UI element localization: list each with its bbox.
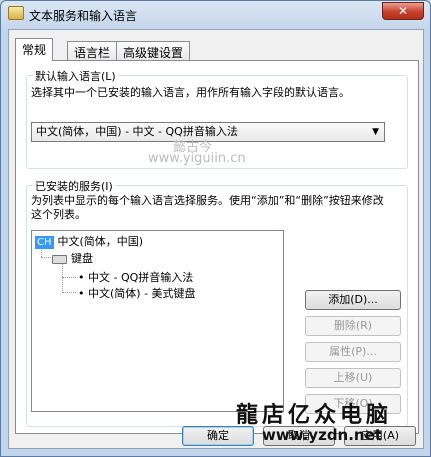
- ok-button[interactable]: 确定: [182, 426, 254, 446]
- keyboard-icon: [52, 254, 67, 264]
- default-language-group: 默认输入语言(L) 选择其中一个已安装的输入语言，用作所有输入字段的默认语言。 …: [26, 68, 408, 169]
- default-language-select[interactable]: 中文(简体，中国) - 中文 - QQ拼音输入法 ▼: [31, 122, 385, 142]
- tree-item-service[interactable]: • 中文 - QQ拼音输入法: [78, 269, 193, 285]
- bullet-icon: •: [78, 287, 88, 300]
- language-code-badge: CH: [35, 236, 54, 249]
- watermark-brand-url: www.yzdn.net: [262, 426, 382, 444]
- tab-advanced-key-settings[interactable]: 高级键设置: [116, 41, 191, 60]
- installed-services-group: 已安装的服务(I) 为列表中显示的每个输入语言选择服务。使用“添加”和“删除”按…: [26, 178, 408, 427]
- installed-services-label: 已安装的服务(I): [33, 178, 115, 194]
- app-icon: [8, 6, 24, 20]
- installed-services-description: 为列表中显示的每个输入语言选择服务。使用“添加”和“删除”按钮来修改这个列表。: [31, 194, 384, 221]
- tree-connector: [41, 257, 51, 258]
- close-button[interactable]: ✕: [382, 2, 424, 20]
- bullet-icon: •: [78, 271, 88, 284]
- tree-keyboard-label: 键盘: [71, 252, 93, 265]
- properties-button[interactable]: 属性(P)...: [305, 342, 401, 362]
- tree-connector: [62, 277, 76, 278]
- dropdown-arrow-icon: ▼: [372, 127, 379, 137]
- tree-connector: [62, 263, 63, 293]
- add-button[interactable]: 添加(D)...: [305, 290, 401, 310]
- tab-panel-general: 默认输入语言(L) 选择其中一个已安装的输入语言，用作所有输入字段的默认语言。 …: [15, 60, 419, 434]
- move-up-button[interactable]: 上移(U): [305, 368, 401, 388]
- tree-item-service[interactable]: • 中文(简体) - 美式键盘: [78, 285, 196, 301]
- default-language-value: 中文(简体，中国) - 中文 - QQ拼音输入法: [36, 125, 238, 138]
- tab-general[interactable]: 常规: [15, 38, 54, 61]
- default-language-label: 默认输入语言(L): [33, 68, 118, 84]
- tree-item-keyboard[interactable]: 键盘: [52, 250, 93, 266]
- watermark-brand: 龍店亿众电脑: [236, 402, 393, 428]
- tree-item-language[interactable]: CH 中文(简体，中国): [35, 233, 143, 249]
- tree-service-label: 中文(简体) - 美式键盘: [88, 287, 196, 300]
- window-title: 文本服务和输入语言: [29, 9, 138, 23]
- services-tree[interactable]: CH 中文(简体，中国) 键盘 • 中文 - QQ拼音输入法 • 中文(简体) -…: [31, 230, 284, 412]
- default-language-description: 选择其中一个已安装的输入语言，用作所有输入字段的默认语言。: [31, 86, 350, 99]
- tree-language-label: 中文(简体，中国): [57, 235, 144, 248]
- remove-button[interactable]: 删除(R): [305, 316, 401, 336]
- tree-service-label: 中文 - QQ拼音输入法: [88, 271, 194, 284]
- dialog-window: 文本服务和输入语言 ✕ 常规 语言栏 高级键设置 默认输入语言(L) 选择其中一…: [0, 0, 431, 457]
- title-bar[interactable]: 文本服务和输入语言 ✕: [1, 1, 430, 27]
- tab-language-bar[interactable]: 语言栏: [67, 41, 118, 60]
- dialog-client: 常规 语言栏 高级键设置 默认输入语言(L) 选择其中一个已安装的输入语言，用作…: [8, 29, 424, 449]
- tree-connector: [62, 292, 76, 293]
